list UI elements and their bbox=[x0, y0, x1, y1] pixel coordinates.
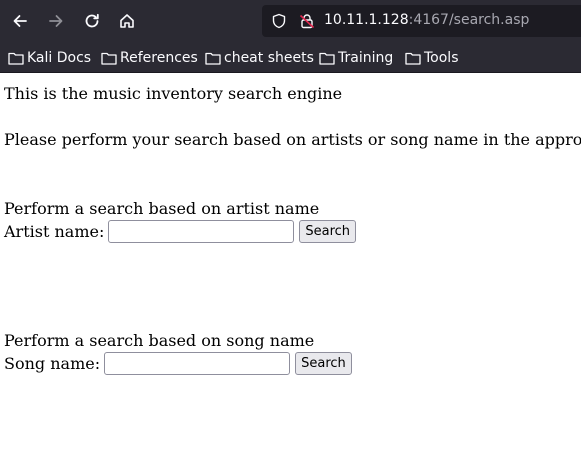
url-text[interactable]: 10.11.1.128:4167/search.asp bbox=[324, 12, 529, 28]
song-search-button[interactable]: Search bbox=[295, 352, 352, 375]
folder-icon bbox=[101, 52, 117, 65]
bookmarks-bar: Kali Docs References cheat sheets Traini… bbox=[0, 43, 581, 73]
bookmark-label: cheat sheets bbox=[224, 50, 314, 66]
forward-icon[interactable] bbox=[42, 7, 70, 35]
bookmark-tools[interactable]: Tools bbox=[405, 48, 459, 68]
song-name-label: Song name: bbox=[4, 354, 101, 373]
page-heading: This is the music inventory search engin… bbox=[4, 84, 343, 103]
insecure-lock-icon[interactable] bbox=[298, 12, 316, 30]
bookmark-label: Training bbox=[338, 50, 394, 66]
artist-name-input[interactable] bbox=[108, 220, 295, 243]
bookmark-cheat-sheets[interactable]: cheat sheets bbox=[205, 48, 314, 68]
artist-name-label: Artist name: bbox=[4, 222, 105, 241]
artist-section-title: Perform a search based on artist name bbox=[4, 199, 320, 218]
bookmark-label: References bbox=[120, 50, 198, 66]
browser-toolbar: 10.11.1.128:4167/search.asp bbox=[0, 0, 581, 43]
folder-icon bbox=[319, 52, 335, 65]
reload-icon[interactable] bbox=[78, 7, 106, 35]
artist-search-row: Artist name: Search bbox=[4, 220, 357, 243]
home-icon[interactable] bbox=[113, 7, 141, 35]
url-path: :4167/search.asp bbox=[408, 12, 530, 28]
url-bar[interactable]: 10.11.1.128:4167/search.asp bbox=[262, 5, 581, 37]
page-content: This is the music inventory search engin… bbox=[0, 74, 581, 467]
bookmark-label: Kali Docs bbox=[27, 50, 92, 66]
bookmark-training[interactable]: Training bbox=[319, 48, 393, 68]
bookmark-label: Tools bbox=[424, 50, 459, 66]
shield-icon[interactable] bbox=[270, 12, 288, 30]
artist-search-button[interactable]: Search bbox=[299, 220, 357, 243]
instructions-text: Please perform your search based on arti… bbox=[4, 130, 581, 149]
bookmark-references[interactable]: References bbox=[101, 48, 198, 68]
folder-icon bbox=[205, 52, 221, 65]
back-icon[interactable] bbox=[6, 7, 34, 35]
song-section-title: Perform a search based on song name bbox=[4, 331, 315, 350]
folder-icon bbox=[405, 52, 421, 65]
song-search-row: Song name: Search bbox=[4, 352, 352, 375]
bookmark-kali-docs[interactable]: Kali Docs bbox=[8, 48, 91, 68]
folder-icon bbox=[8, 52, 24, 65]
song-name-input[interactable] bbox=[104, 352, 291, 375]
url-host: 10.11.1.128 bbox=[324, 12, 409, 28]
